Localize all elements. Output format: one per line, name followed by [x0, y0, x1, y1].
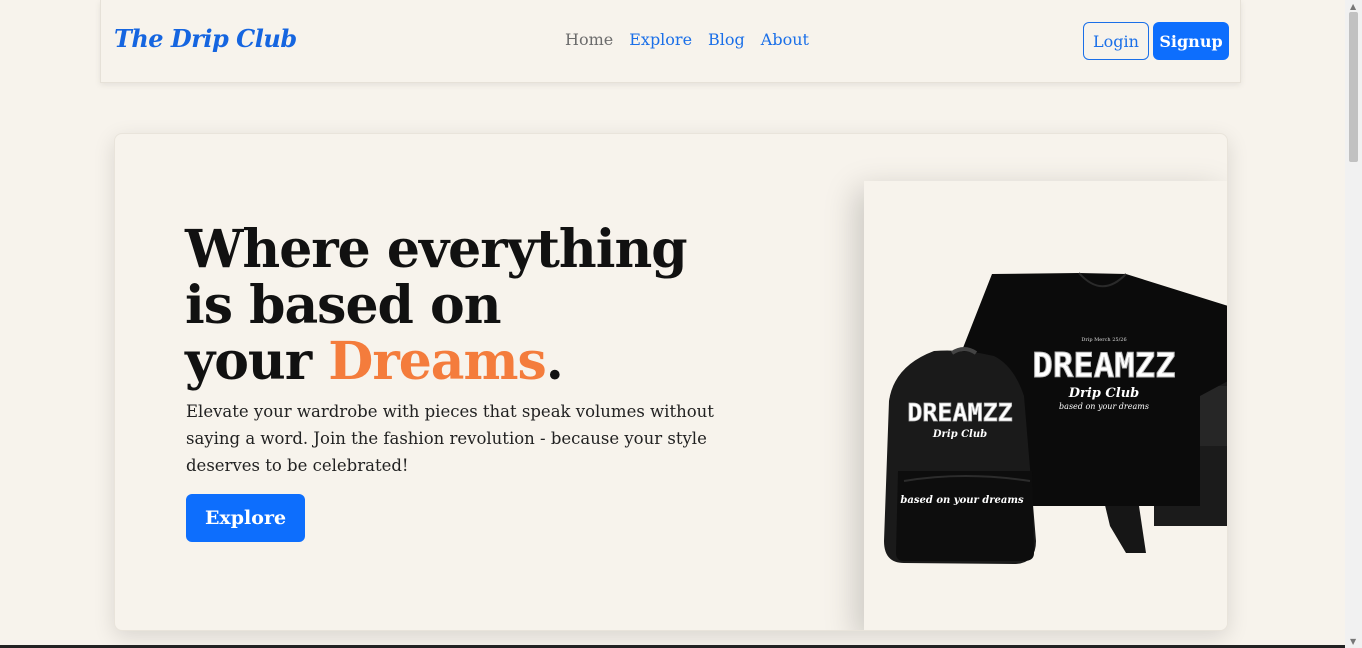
- tshirt-sub-mark: Drip Club: [1068, 386, 1140, 401]
- hero-description: Elevate your wardrobe with pieces that s…: [186, 402, 714, 475]
- nav-links: Home Explore Blog About: [557, 30, 817, 49]
- backpack-brand-mark: DREAMZZ: [907, 398, 1012, 427]
- nav-link-blog[interactable]: Blog: [700, 30, 753, 49]
- hero-headline: Where everything is based on your Dreams…: [185, 222, 745, 390]
- tshirt-tiny-text: Drip Merch 25/26: [1081, 337, 1126, 343]
- headline-line-1: Where everything: [185, 219, 688, 280]
- hero-card: Where everything is based on your Dreams…: [114, 133, 1228, 631]
- backpack-sub-mark: Drip Club: [932, 429, 987, 440]
- navbar: The Drip Club Home Explore Blog About Lo…: [100, 0, 1241, 83]
- headline-accent: Dreams: [328, 331, 547, 392]
- tshirt-tagline: based on your dreams: [1059, 402, 1149, 411]
- nav-link-explore[interactable]: Explore: [621, 30, 700, 49]
- scroll-thumb[interactable]: [1349, 12, 1358, 162]
- headline-line-2: is based on: [185, 275, 501, 336]
- headline-period: .: [545, 331, 564, 392]
- scroll-down-arrow-icon[interactable]: ▼: [1350, 637, 1356, 646]
- page-scrollbar[interactable]: ▲ ▼: [1345, 0, 1362, 648]
- nav-link-about[interactable]: About: [753, 30, 817, 49]
- tshirt-brand-mark: DREAMZZ: [1032, 346, 1175, 386]
- brand-logo[interactable]: The Drip Club: [114, 24, 297, 53]
- product-image-panel: Drip Merch 25/26 DREAMZZ Drip Club based…: [864, 181, 1227, 630]
- explore-button[interactable]: Explore: [186, 494, 305, 542]
- backpack-tagline: based on your dreams: [900, 495, 1024, 506]
- merch-product-image: Drip Merch 25/26 DREAMZZ Drip Club based…: [884, 272, 1227, 564]
- nav-link-home[interactable]: Home: [557, 30, 621, 49]
- scroll-up-arrow-icon[interactable]: ▲: [1350, 2, 1356, 11]
- headline-line-3: your: [185, 331, 329, 392]
- login-button[interactable]: Login: [1083, 22, 1149, 60]
- signup-button[interactable]: Signup: [1153, 22, 1229, 60]
